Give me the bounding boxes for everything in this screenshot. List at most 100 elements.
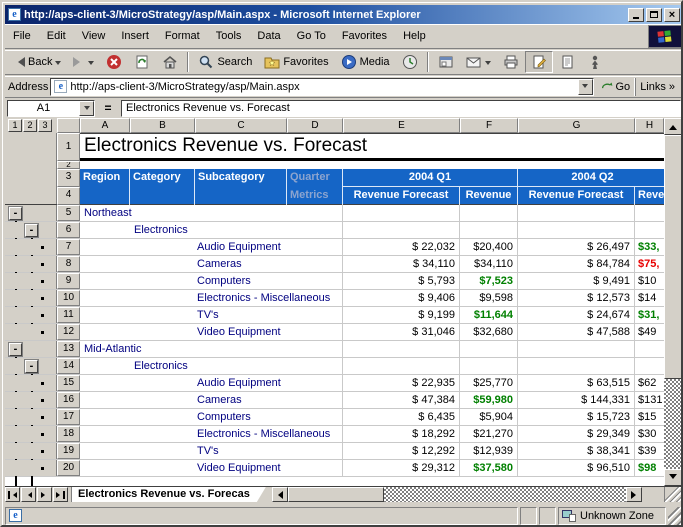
- menu-goto[interactable]: Go To: [289, 27, 334, 45]
- row-header[interactable]: 16: [57, 392, 80, 408]
- row-header[interactable]: 19: [57, 443, 80, 459]
- cell-label[interactable]: TV's: [80, 307, 343, 323]
- row-header[interactable]: 20: [57, 460, 80, 476]
- cell-q2-forecast[interactable]: $ 24,674: [518, 307, 635, 323]
- cell-label[interactable]: Northeast: [80, 205, 343, 221]
- cell-q2-forecast[interactable]: $ 96,510: [518, 460, 635, 476]
- print-button[interactable]: [497, 51, 525, 73]
- cell-name-box[interactable]: A1: [7, 99, 95, 117]
- cell-q1-revenue[interactable]: $12,939: [460, 443, 518, 459]
- row-header[interactable]: 10: [57, 290, 80, 306]
- cell-q2-revenue-clipped[interactable]: $33,: [635, 239, 667, 255]
- row-header[interactable]: 15: [57, 375, 80, 391]
- horizontal-scrollbar[interactable]: [271, 487, 662, 502]
- header-subcategory[interactable]: Subcategory: [195, 169, 287, 205]
- cell-label[interactable]: Audio Equipment: [80, 375, 343, 391]
- cell-q2-revenue-clipped[interactable]: $49: [635, 324, 667, 340]
- cell-q1-forecast[interactable]: $ 12,292: [343, 443, 460, 459]
- links-bar[interactable]: Links »: [635, 77, 679, 96]
- scroll-right-button[interactable]: [626, 487, 642, 502]
- header-quarter[interactable]: Quarter: [287, 169, 343, 187]
- cell-q2-forecast[interactable]: $ 15,723: [518, 409, 635, 425]
- folders-button[interactable]: [432, 51, 460, 73]
- close-button[interactable]: ×: [664, 7, 680, 22]
- cell-q1-forecast[interactable]: [343, 341, 460, 357]
- row-header[interactable]: 18: [57, 426, 80, 442]
- cell-q1-forecast[interactable]: $ 47,384: [343, 392, 460, 408]
- cell-q1-forecast[interactable]: $ 9,199: [343, 307, 460, 323]
- cell-q1-revenue[interactable]: [460, 205, 518, 221]
- outline-level-2-button[interactable]: 2: [23, 119, 37, 132]
- cell-q2-revenue-clipped[interactable]: [635, 341, 667, 357]
- header-region[interactable]: Region: [80, 169, 130, 205]
- header-2004-q2[interactable]: 2004 Q2: [518, 169, 667, 187]
- minimize-button[interactable]: [628, 7, 644, 22]
- cell-q1-forecast[interactable]: [343, 358, 460, 374]
- cell-label[interactable]: Electronics - Miscellaneous: [80, 426, 343, 442]
- outline-level-3-button[interactable]: 3: [38, 119, 52, 132]
- cell-q2-forecast[interactable]: $ 26,497: [518, 239, 635, 255]
- resize-grip[interactable]: [668, 506, 681, 525]
- cell-q1-forecast[interactable]: $ 22,032: [343, 239, 460, 255]
- window-resize-corner[interactable]: [664, 487, 681, 502]
- outline-collapse-button[interactable]: -: [9, 207, 22, 220]
- cell-q1-revenue[interactable]: $11,644: [460, 307, 518, 323]
- cell-q1-revenue[interactable]: $37,580: [460, 460, 518, 476]
- cell-q1-revenue[interactable]: $5,904: [460, 409, 518, 425]
- horizontal-scroll-track[interactable]: [383, 487, 626, 502]
- column-header-b[interactable]: B: [130, 118, 195, 133]
- cell-q2-revenue-clipped[interactable]: $39: [635, 443, 667, 459]
- cell-label[interactable]: Video Equipment: [80, 324, 343, 340]
- header-q2-revenue-clipped[interactable]: Reve: [635, 187, 667, 205]
- cell-q1-revenue[interactable]: [460, 341, 518, 357]
- cell-q2-revenue-clipped[interactable]: $10: [635, 273, 667, 289]
- outline-level-1-button[interactable]: 1: [8, 119, 22, 132]
- cell-label[interactable]: Cameras: [80, 392, 343, 408]
- messenger-button[interactable]: [581, 51, 609, 73]
- forward-button[interactable]: [67, 51, 100, 73]
- cell-label[interactable]: Video Equipment: [80, 460, 343, 476]
- column-header-d[interactable]: D: [287, 118, 343, 133]
- go-button[interactable]: Go: [596, 79, 636, 94]
- cell-label[interactable]: Electronics: [80, 222, 343, 238]
- vertical-scroll-thumb[interactable]: [664, 135, 681, 379]
- report-title-cell[interactable]: Electronics Revenue vs. Forecast: [80, 133, 664, 161]
- cell-q1-revenue[interactable]: [460, 358, 518, 374]
- cell-label[interactable]: Mid-Atlantic: [80, 341, 343, 357]
- row-header[interactable]: 11: [57, 307, 80, 323]
- cell-q2-forecast[interactable]: [518, 205, 635, 221]
- cell-q1-forecast[interactable]: $ 9,406: [343, 290, 460, 306]
- cell-q1-revenue[interactable]: $34,110: [460, 256, 518, 272]
- row-header[interactable]: 14: [57, 358, 80, 374]
- cell-q1-forecast[interactable]: [343, 222, 460, 238]
- cell-label[interactable]: Computers: [80, 273, 343, 289]
- row-header[interactable]: 1: [57, 133, 80, 161]
- vertical-scroll-track[interactable]: [664, 379, 681, 469]
- cell-q2-forecast[interactable]: $ 38,341: [518, 443, 635, 459]
- row-header[interactable]: 8: [57, 256, 80, 272]
- history-button[interactable]: [396, 51, 424, 73]
- next-sheet-button[interactable]: [37, 487, 52, 502]
- header-category[interactable]: Category: [130, 169, 195, 205]
- column-header-c[interactable]: C: [195, 118, 287, 133]
- cell-q1-forecast[interactable]: $ 5,793: [343, 273, 460, 289]
- formula-input[interactable]: Electronics Revenue vs. Forecast: [121, 99, 681, 117]
- cell-q2-revenue-clipped[interactable]: [635, 222, 667, 238]
- maximize-button[interactable]: [646, 7, 662, 22]
- address-dropdown-button[interactable]: [577, 78, 593, 95]
- row-header[interactable]: 12: [57, 324, 80, 340]
- menu-view[interactable]: View: [74, 27, 114, 45]
- cell-q1-forecast[interactable]: [343, 205, 460, 221]
- empty-cell[interactable]: [80, 161, 664, 169]
- first-sheet-button[interactable]: [5, 487, 20, 502]
- cell-q1-forecast[interactable]: $ 22,935: [343, 375, 460, 391]
- cell-q2-forecast[interactable]: $ 12,573: [518, 290, 635, 306]
- cell-q1-forecast[interactable]: $ 31,046: [343, 324, 460, 340]
- cell-q1-revenue[interactable]: $25,770: [460, 375, 518, 391]
- cell-q2-revenue-clipped[interactable]: $14: [635, 290, 667, 306]
- cell-q2-forecast[interactable]: [518, 341, 635, 357]
- cell-q2-revenue-clipped[interactable]: [635, 358, 667, 374]
- cell-q2-forecast[interactable]: $ 9,491: [518, 273, 635, 289]
- address-input[interactable]: e http://aps-client-3/MicroStrategy/asp/…: [50, 77, 594, 96]
- edit-button[interactable]: [524, 51, 553, 73]
